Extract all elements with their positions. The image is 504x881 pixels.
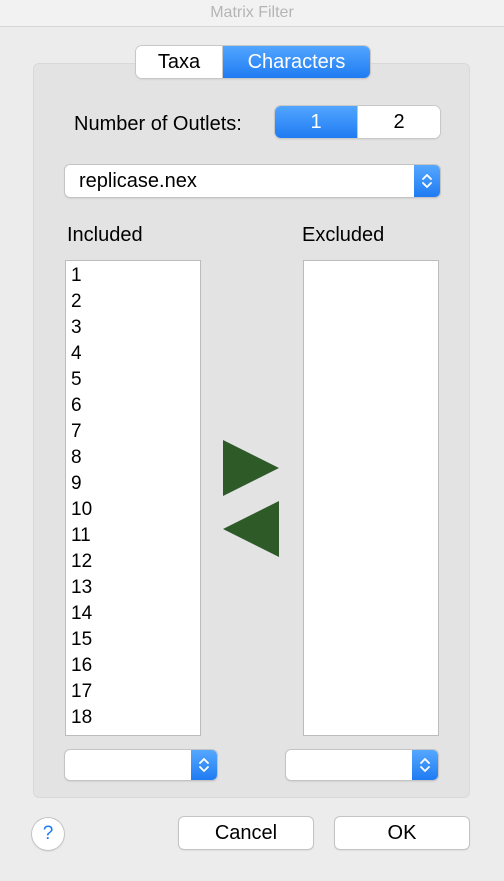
excluded-label: Excluded [302, 224, 385, 246]
triangle-left-icon [223, 501, 279, 557]
list-item[interactable]: 11 [66, 523, 200, 549]
tab-bar: Taxa Characters [136, 46, 370, 78]
ok-button[interactable]: OK [335, 817, 469, 849]
matrix-file-value: replicase.nex [79, 170, 197, 192]
list-item[interactable]: 18 [66, 705, 200, 731]
popup-arrows-icon [412, 750, 438, 780]
help-button[interactable]: ? [32, 818, 64, 850]
list-item[interactable]: 12 [66, 549, 200, 575]
list-item[interactable]: 13 [66, 575, 200, 601]
list-item[interactable]: 1 [66, 263, 200, 289]
list-item[interactable]: 15 [66, 627, 200, 653]
tab-characters[interactable]: Characters [223, 46, 370, 78]
included-label: Included [67, 224, 143, 246]
outlets-option-2[interactable]: 2 [357, 106, 440, 138]
included-popup[interactable] [65, 750, 217, 780]
list-item[interactable]: 7 [66, 419, 200, 445]
include-arrow-button[interactable] [223, 501, 279, 562]
list-item[interactable]: 8 [66, 445, 200, 471]
list-item[interactable]: 5 [66, 367, 200, 393]
included-list[interactable]: 1 2 3 4 5 6 7 8 9 10 11 12 13 14 15 16 17 18 [65, 260, 201, 736]
cancel-button[interactable]: Cancel [179, 817, 313, 849]
popup-arrows-icon [191, 750, 217, 780]
list-item[interactable]: 9 [66, 471, 200, 497]
matrix-file-popup[interactable]: replicase.nex [65, 165, 440, 197]
window-title: Matrix Filter [0, 0, 504, 27]
excluded-list[interactable] [303, 260, 439, 736]
excluded-popup[interactable] [286, 750, 438, 780]
outlets-segmented-control: 1 2 [275, 106, 440, 138]
list-item[interactable]: 2 [66, 289, 200, 315]
list-item[interactable]: 14 [66, 601, 200, 627]
list-item[interactable]: 4 [66, 341, 200, 367]
list-item[interactable]: 6 [66, 393, 200, 419]
popup-arrows-icon [414, 165, 440, 197]
matrix-filter-window: Matrix Filter Taxa Characters Number of … [0, 0, 504, 881]
list-item[interactable]: 3 [66, 315, 200, 341]
triangle-right-icon [223, 440, 279, 496]
exclude-arrow-button[interactable] [223, 440, 279, 501]
number-of-outlets-label: Number of Outlets: [74, 113, 242, 135]
outlets-option-1[interactable]: 1 [275, 106, 357, 138]
tab-taxa[interactable]: Taxa [136, 46, 223, 78]
list-item[interactable]: 16 [66, 653, 200, 679]
list-item[interactable]: 17 [66, 679, 200, 705]
list-item[interactable]: 10 [66, 497, 200, 523]
